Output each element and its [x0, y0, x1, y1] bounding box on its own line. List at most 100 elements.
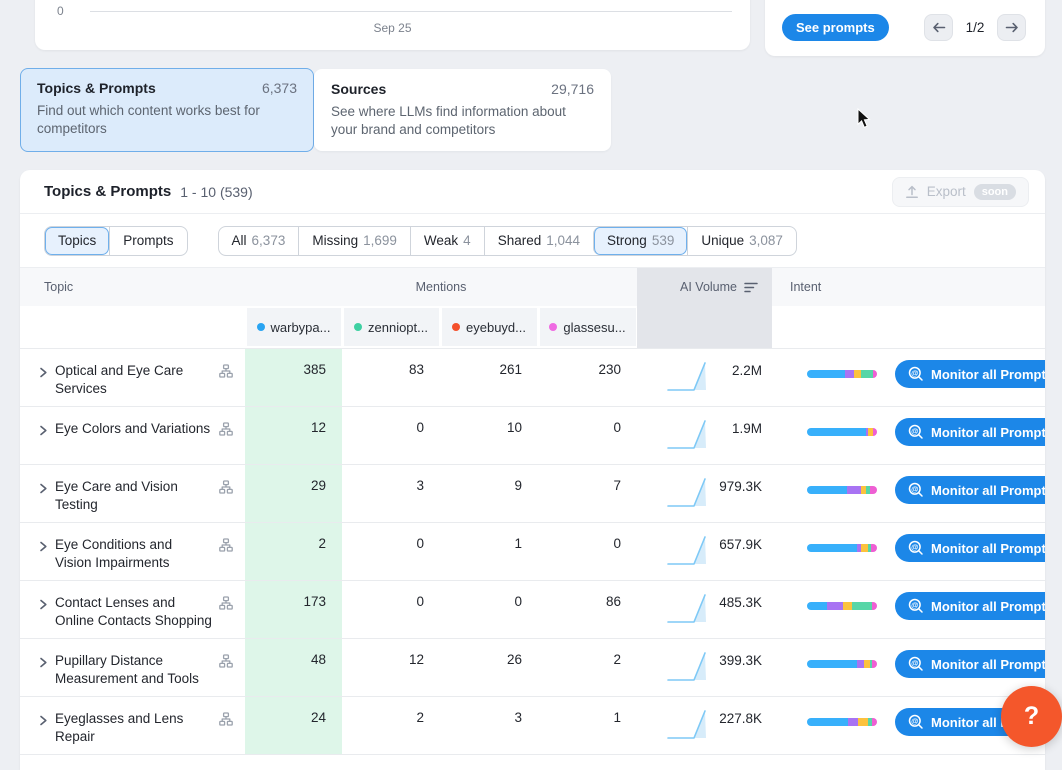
- toggle-label: Prompts: [123, 233, 173, 248]
- monitor-button-label: Monitor all Prompts: [931, 425, 1045, 440]
- table-row[interactable]: Eyeglasses and Lens Repair 24 2 3 1 227.…: [20, 697, 1045, 755]
- filter-strong[interactable]: Strong539: [593, 227, 687, 255]
- mention-count: 1: [538, 697, 637, 754]
- mention-count: 2: [342, 697, 440, 754]
- column-header-intent: Intent: [772, 268, 1045, 306]
- filter-unique[interactable]: Unique 3,087: [687, 227, 796, 255]
- tab-topics-and-prompts[interactable]: Topics & Prompts 6,373 Find out which co…: [20, 68, 314, 152]
- monitor-all-prompts-button[interactable]: @ Monitor all Prompts: [895, 476, 1045, 504]
- topic-name[interactable]: Pupillary Distance Measurement and Tools: [55, 652, 212, 688]
- mention-count: 12: [245, 407, 342, 464]
- monitor-all-prompts-button[interactable]: @ Monitor all Prompts: [895, 418, 1045, 446]
- mention-count: 0: [440, 581, 538, 638]
- topic-name[interactable]: Eye Conditions and Vision Impairments: [55, 536, 212, 572]
- hierarchy-icon: [219, 538, 233, 557]
- intent-bar: [807, 486, 877, 494]
- mention-count: 9: [440, 465, 538, 522]
- hierarchy-icon: [219, 596, 233, 615]
- hierarchy-icon: [219, 480, 233, 499]
- brand-column-zennioptical[interactable]: zenniopt...: [344, 308, 439, 346]
- filter-count: 3,087: [749, 233, 783, 248]
- brand-column-eyebuydirect[interactable]: eyebuyd...: [442, 308, 537, 346]
- mention-count: 86: [538, 581, 637, 638]
- expand-chevron-icon[interactable]: [38, 539, 48, 557]
- svg-text:@: @: [911, 426, 918, 435]
- expand-chevron-icon[interactable]: [38, 655, 48, 673]
- mention-count: 2: [245, 523, 342, 580]
- ai-volume-value: 485.3K: [711, 591, 762, 610]
- brand-label: glassesu...: [563, 320, 625, 335]
- filter-weak[interactable]: Weak4: [410, 227, 484, 255]
- monitor-button-label: Monitor all Prompts: [931, 367, 1045, 382]
- trend-sparkline: [665, 591, 711, 632]
- svg-text:@: @: [911, 600, 918, 609]
- table-row[interactable]: Eye Colors and Variations 12 0 10 0 1.9M…: [20, 407, 1045, 465]
- table-row[interactable]: Eye Conditions and Vision Impairments 2 …: [20, 523, 1045, 581]
- topic-name[interactable]: Eye Colors and Variations: [55, 420, 212, 438]
- expand-chevron-icon[interactable]: [38, 365, 48, 383]
- topic-name[interactable]: Eyeglasses and Lens Repair: [55, 710, 212, 746]
- table-row[interactable]: Pupillary Distance Measurement and Tools…: [20, 639, 1045, 697]
- tab-title: Sources: [331, 81, 386, 97]
- mention-count: 1: [440, 523, 538, 580]
- monitor-all-prompts-button[interactable]: @ Monitor all Prompts: [895, 360, 1045, 388]
- table-row[interactable]: Optical and Eye Care Services 385 83 261…: [20, 349, 1045, 407]
- filter-missing[interactable]: Missing1,699: [298, 227, 410, 255]
- next-page-button[interactable]: [997, 14, 1026, 41]
- filter-label: Strong: [607, 233, 647, 248]
- mention-count: 0: [538, 523, 637, 580]
- svg-text:@: @: [911, 716, 918, 725]
- tab-title: Topics & Prompts: [37, 80, 156, 96]
- strength-filters: All6,373 Missing1,699 Weak4 Shared1,044 …: [218, 226, 797, 256]
- mention-count: 83: [342, 349, 440, 406]
- y-axis-tick: 0: [57, 4, 64, 18]
- brand-label: warbypa...: [271, 320, 331, 335]
- brand-dot-icon: [452, 323, 460, 331]
- monitor-all-prompts-button[interactable]: @ Monitor all Prompts: [895, 650, 1045, 678]
- ai-volume-value: 399.3K: [711, 649, 762, 668]
- monitor-all-prompts-button[interactable]: @ Monitor all Prompts: [895, 592, 1045, 620]
- brand-column-glassesusa[interactable]: glassesu...: [540, 308, 636, 346]
- topic-name[interactable]: Eye Care and Vision Testing: [55, 478, 212, 514]
- svg-text:@: @: [911, 484, 918, 493]
- brand-dot-icon: [549, 323, 557, 331]
- intent-bar: [807, 544, 877, 552]
- filter-label: Shared: [498, 233, 542, 248]
- filter-shared[interactable]: Shared1,044: [484, 227, 593, 255]
- arrow-left-icon: [932, 22, 946, 33]
- mention-count: 3: [342, 465, 440, 522]
- expand-chevron-icon[interactable]: [38, 423, 48, 441]
- toggle-topics[interactable]: Topics: [45, 227, 109, 255]
- table-row[interactable]: Eye Care and Vision Testing 29 3 9 7 979…: [20, 465, 1045, 523]
- monitor-button-label: Monitor all Prompts: [931, 599, 1045, 614]
- filter-label: Unique: [701, 233, 744, 248]
- mention-count: 261: [440, 349, 538, 406]
- expand-chevron-icon[interactable]: [38, 481, 48, 499]
- topic-name[interactable]: Contact Lenses and Online Contacts Shopp…: [55, 594, 212, 630]
- filter-all[interactable]: All6,373: [219, 227, 299, 255]
- chart-gridline: [90, 11, 732, 12]
- toggle-label: Topics: [58, 233, 96, 248]
- mention-count: 173: [245, 581, 342, 638]
- prompt-magnifier-icon: @: [908, 656, 924, 672]
- ai-volume-value: 1.9M: [711, 417, 762, 436]
- help-button[interactable]: ?: [1001, 686, 1062, 747]
- tab-description: Find out which content works best for co…: [37, 102, 297, 138]
- prompt-magnifier-icon: @: [908, 424, 924, 440]
- intent-bar: [807, 660, 877, 668]
- brand-column-warbyparker[interactable]: warbypa...: [247, 308, 341, 346]
- expand-chevron-icon[interactable]: [38, 597, 48, 615]
- mention-count: 0: [342, 523, 440, 580]
- export-button[interactable]: Export soon: [892, 177, 1029, 207]
- prompt-magnifier-icon: @: [908, 598, 924, 614]
- see-prompts-button[interactable]: See prompts: [782, 14, 889, 41]
- tab-sources[interactable]: Sources 29,716 See where LLMs find infor…: [314, 69, 611, 151]
- prev-page-button[interactable]: [924, 14, 953, 41]
- topic-name[interactable]: Optical and Eye Care Services: [55, 362, 212, 398]
- column-header-ai-volume[interactable]: AI Volume: [637, 268, 772, 306]
- table-row[interactable]: Contact Lenses and Online Contacts Shopp…: [20, 581, 1045, 639]
- svg-text:@: @: [911, 368, 918, 377]
- expand-chevron-icon[interactable]: [38, 713, 48, 731]
- monitor-all-prompts-button[interactable]: @ Monitor all Prompts: [895, 534, 1045, 562]
- toggle-prompts[interactable]: Prompts: [109, 227, 186, 255]
